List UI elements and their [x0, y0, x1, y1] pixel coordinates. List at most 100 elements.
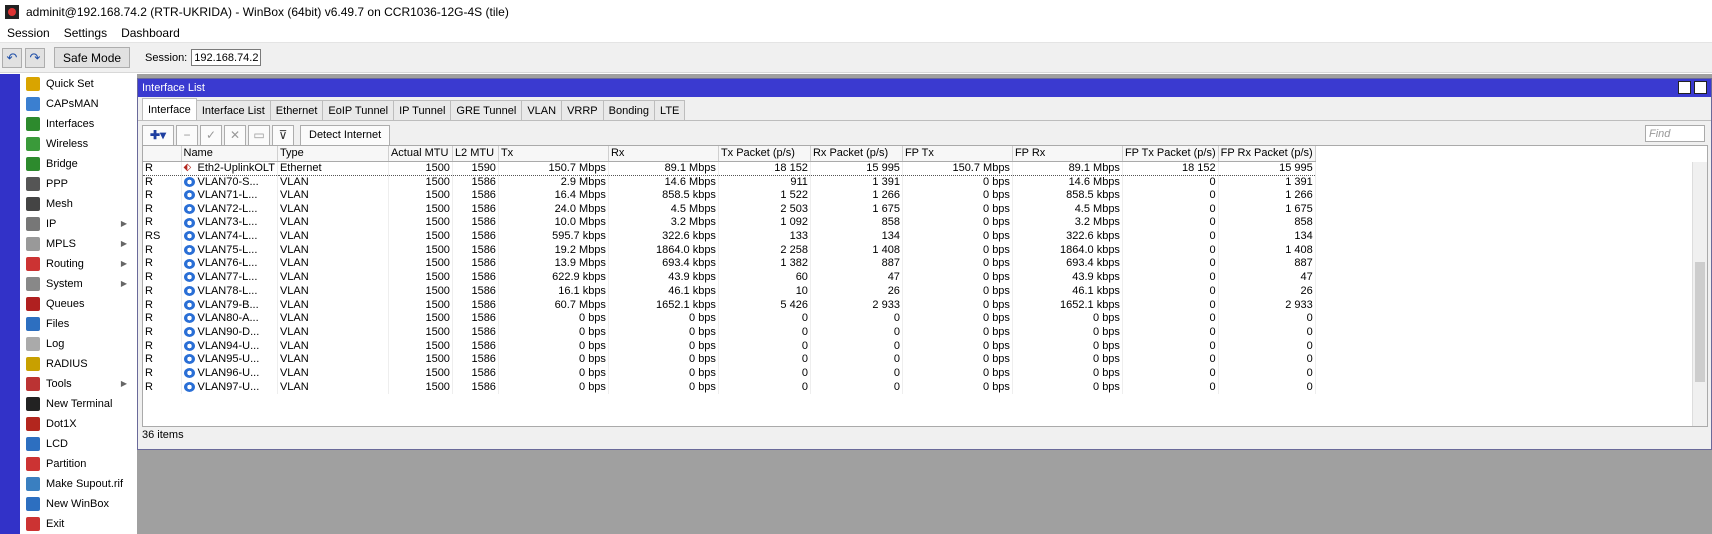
table-row[interactable]: R VLAN95-U... VLAN 1500 1586 0 bps 0 bps 0 0 0 bp…	[143, 352, 1316, 367]
column-header-tx-packet-p-s-[interactable]: Tx Packet (p/s)	[718, 146, 811, 162]
sidebar-item-lcd[interactable]: LCD	[20, 434, 137, 454]
table-cell: 1586	[452, 380, 499, 394]
table-cell: VLAN	[277, 243, 389, 258]
table-cell: 47	[810, 270, 903, 285]
close-icon[interactable]: ×	[1694, 81, 1707, 94]
table-row[interactable]: R VLAN77-L... VLAN 1500 1586 622.9 kbps 43.9 k…	[143, 270, 1316, 285]
table-row[interactable]: R VLAN70-S... VLAN 1500 1586 2.9 Mbps 14.6 Mbp…	[143, 175, 1316, 189]
table-cell: 1864.0 kbps	[608, 243, 719, 258]
sidebar-item-interfaces[interactable]: Interfaces	[20, 114, 137, 134]
tab-vlan[interactable]: VLAN	[521, 100, 563, 120]
table-cell: 0	[810, 352, 903, 367]
table-row[interactable]: R VLAN80-A... VLAN 1500 1586 0 bps 0 bps 0 0 0 bp…	[143, 311, 1316, 326]
table-row[interactable]: R VLAN78-L... VLAN 1500 1586 16.1 kbps 46.1 kb…	[143, 284, 1316, 299]
table-cell: 1 408	[810, 243, 903, 258]
interface-list-titlebar[interactable]: Interface List ×	[138, 79, 1711, 97]
column-header-name[interactable]: Name	[181, 146, 278, 162]
table-cell: 1586	[452, 284, 499, 299]
sidebar-item-dot1x[interactable]: Dot1X	[20, 414, 137, 434]
column-header-type[interactable]: Type	[277, 146, 389, 162]
sidebar-item-label: Tools	[46, 378, 72, 390]
interface-name: VLAN96-U...	[197, 366, 260, 379]
sidebar-item-files[interactable]: Files	[20, 314, 137, 334]
add-icon[interactable]: ✚▾	[142, 124, 174, 146]
sidebar-item-make-supout-rif[interactable]: Make Supout.rif	[20, 474, 137, 494]
sidebar-item-new-terminal[interactable]: New Terminal	[20, 394, 137, 414]
tab-vrrp[interactable]: VRRP	[561, 100, 604, 120]
detect-internet-button[interactable]: Detect Internet	[300, 124, 391, 146]
table-row[interactable]: R VLAN94-U... VLAN 1500 1586 0 bps 0 bps 0 0 0 bp…	[143, 339, 1316, 353]
maximize-icon[interactable]	[1678, 81, 1691, 94]
column-header-actual-mtu[interactable]: Actual MTU	[388, 146, 453, 162]
sidebar-item-ip[interactable]: IP ▶	[20, 214, 137, 234]
menu-dashboard[interactable]: Dashboard	[114, 26, 187, 40]
tab-interface[interactable]: Interface	[142, 98, 197, 120]
column-header-flags[interactable]	[143, 146, 182, 162]
ethernet-icon: ⬖	[183, 161, 192, 173]
column-header-fp-tx-packet-p-s-[interactable]: FP Tx Packet (p/s)	[1122, 146, 1219, 162]
table-row[interactable]: R VLAN97-U... VLAN 1500 1586 0 bps 0 bps 0 0 0 bp…	[143, 380, 1316, 394]
interface-name: VLAN71-L...	[197, 189, 258, 202]
scrollbar-thumb[interactable]	[1695, 262, 1705, 382]
column-header-fp-rx[interactable]: FP Rx	[1012, 146, 1123, 162]
table-row[interactable]: R VLAN90-D... VLAN 1500 1586 0 bps 0 bps 0 0 0 bp…	[143, 325, 1316, 340]
column-header-fp-rx-packet-p-s-[interactable]: FP Rx Packet (p/s)	[1218, 146, 1316, 162]
column-header-fp-tx[interactable]: FP Tx	[902, 146, 1013, 162]
sidebar-item-queues[interactable]: Queues	[20, 294, 137, 314]
tab-gre-tunnel[interactable]: GRE Tunnel	[450, 100, 523, 120]
table-row[interactable]: R VLAN79-B... VLAN 1500 1586 60.7 Mbps 1652.1 …	[143, 298, 1316, 312]
session-field[interactable]: 192.168.74.2	[191, 49, 262, 66]
tab-eoip-tunnel[interactable]: EoIP Tunnel	[322, 100, 395, 120]
sidebar-item-routing[interactable]: Routing ▶	[20, 254, 137, 274]
interface-name-cell: VLAN78-L...	[181, 284, 278, 299]
column-header-l2-mtu[interactable]: L2 MTU	[452, 146, 499, 162]
tab-bonding[interactable]: Bonding	[602, 100, 656, 120]
enable-icon[interactable]: ✓	[200, 124, 222, 146]
sidebar-item-tools[interactable]: Tools ▶	[20, 374, 137, 394]
sidebar-item-mesh[interactable]: Mesh	[20, 194, 137, 214]
sidebar-item-log[interactable]: Log	[20, 334, 137, 354]
filter-icon[interactable]: ⊽	[272, 124, 294, 146]
table-row[interactable]: R ⬖ Eth2-UplinkOLT Ethernet 1500 1590 150.7 Mb…	[143, 160, 1316, 176]
sidebar-item-bridge[interactable]: Bridge	[20, 154, 137, 174]
tab-interface-list[interactable]: Interface List	[195, 100, 271, 120]
sidebar-item-ppp[interactable]: PPP	[20, 174, 137, 194]
table-row[interactable]: R VLAN73-L... VLAN 1500 1586 10.0 Mbps 3.2 Mbp…	[143, 216, 1316, 230]
table-cell: 0	[1122, 188, 1219, 203]
table-cell: 1652.1 kbps	[1012, 298, 1123, 312]
table-cell: 1500	[388, 311, 453, 326]
column-header-rx-packet-p-s-[interactable]: Rx Packet (p/s)	[810, 146, 903, 162]
tab-ethernet[interactable]: Ethernet	[269, 100, 324, 120]
sidebar-item-mpls[interactable]: MPLS ▶	[20, 234, 137, 254]
sidebar-item-quick-set[interactable]: Quick Set	[20, 74, 137, 94]
safe-mode-button[interactable]: Safe Mode	[54, 47, 131, 68]
comment-icon[interactable]: ▭	[248, 124, 270, 146]
sidebar-item-system[interactable]: System ▶	[20, 274, 137, 294]
table-row[interactable]: R VLAN76-L... VLAN 1500 1586 13.9 Mbps 693.4 k…	[143, 257, 1316, 271]
menu-session[interactable]: Session	[0, 26, 57, 40]
interface-name-cell: VLAN73-L...	[181, 216, 278, 230]
sidebar-item-wireless[interactable]: Wireless	[20, 134, 137, 154]
column-header-tx[interactable]: Tx	[498, 146, 609, 162]
table-row[interactable]: R VLAN96-U... VLAN 1500 1586 0 bps 0 bps 0 0 0 bp…	[143, 366, 1316, 381]
table-row[interactable]: R VLAN75-L... VLAN 1500 1586 19.2 Mbps 1864.0 …	[143, 243, 1316, 258]
tab-ip-tunnel[interactable]: IP Tunnel	[393, 100, 452, 120]
sidebar-item-radius[interactable]: RADIUS	[20, 354, 137, 374]
sidebar-item-partition[interactable]: Partition	[20, 454, 137, 474]
table-row[interactable]: RS VLAN74-L... VLAN 1500 1586 595.7 kbps 322.6…	[143, 229, 1316, 244]
sidebar-item-exit[interactable]: Exit	[20, 514, 137, 534]
remove-icon[interactable]: −	[176, 124, 198, 146]
redo-icon[interactable]: ↷	[25, 47, 45, 68]
sidebar-item-capsman[interactable]: CAPsMAN	[20, 94, 137, 114]
table-row[interactable]: R VLAN71-L... VLAN 1500 1586 16.4 Mbps 858.5 k…	[143, 188, 1316, 203]
column-header-rx[interactable]: Rx	[608, 146, 719, 162]
sidebar-item-new-winbox[interactable]: New WinBox	[20, 494, 137, 514]
find-input[interactable]: Find	[1645, 125, 1705, 142]
menu-settings[interactable]: Settings	[57, 26, 114, 40]
undo-icon[interactable]: ↶	[2, 47, 22, 68]
tab-lte[interactable]: LTE	[654, 100, 686, 120]
table-cell: 1500	[388, 352, 453, 367]
table-row[interactable]: R VLAN72-L... VLAN 1500 1586 24.0 Mbps 4.5 Mbp…	[143, 202, 1316, 217]
table-scrollbar[interactable]	[1692, 162, 1707, 426]
disable-icon[interactable]: ✕	[224, 124, 246, 146]
